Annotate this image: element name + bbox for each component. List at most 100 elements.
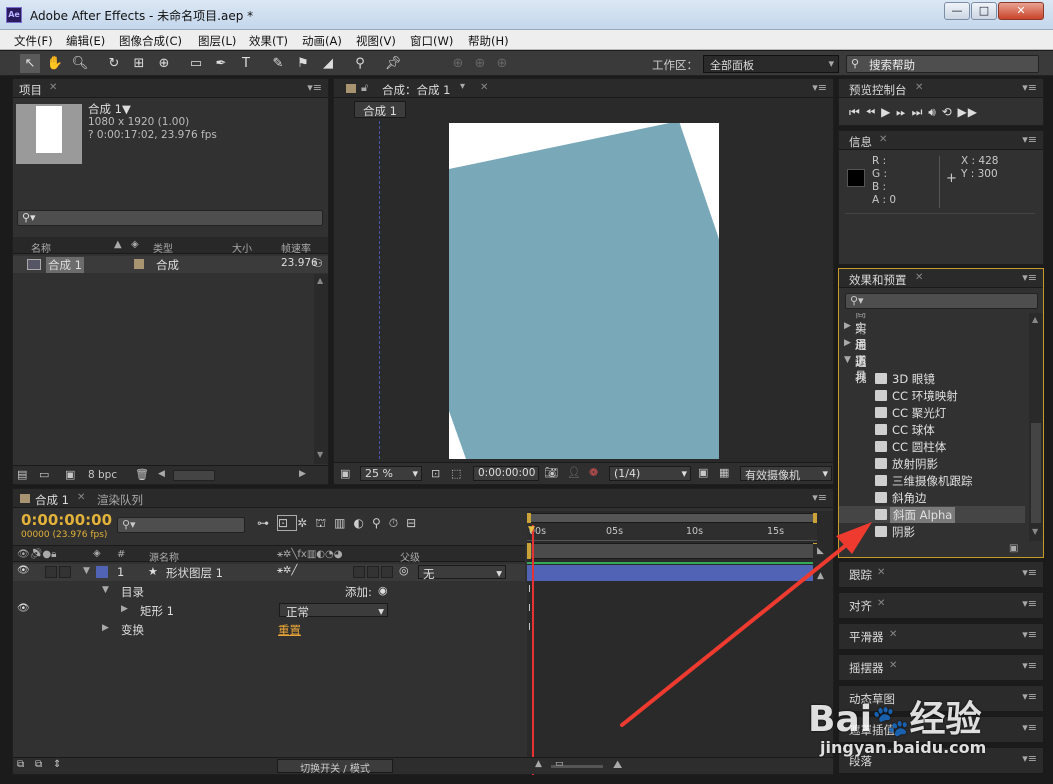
panel-menu-icon[interactable]: ▾≡ — [1022, 752, 1037, 765]
effects-tab[interactable]: 效果和预置 — [849, 272, 907, 288]
menu-view[interactable]: 视图(V) — [356, 33, 396, 49]
layer-name[interactable]: 形状图层 1 — [166, 565, 223, 581]
snapshot-icon[interactable]: 📷︎ — [544, 466, 558, 479]
new-preset-icon[interactable]: ▣ — [1009, 543, 1018, 554]
last-frame-icon[interactable]: ⏭ — [912, 105, 924, 119]
transfer-controls-icon[interactable]: ⧉ — [35, 759, 42, 770]
stopwatch-icon[interactable]: ⏱︎ — [389, 516, 406, 530]
visibility-eye-icon[interactable]: 👁︎ — [17, 603, 30, 614]
shape-row[interactable]: 👁︎ ▶ 矩形 1 正常 ▾ — [13, 602, 525, 619]
layer-switches-icon[interactable]: ⧉ — [17, 759, 24, 770]
col-fps[interactable]: 帧速率 — [281, 240, 311, 255]
playhead-line[interactable] — [532, 525, 534, 775]
scroll-up-icon[interactable]: ▲ — [317, 276, 323, 285]
motion-blur-icon[interactable]: ◐ — [354, 516, 372, 530]
expand-triangle-icon[interactable]: ▶ — [102, 623, 109, 633]
panel-menu-icon[interactable]: ▾≡ — [1022, 628, 1037, 641]
new-folder-icon[interactable]: ▭ — [39, 468, 49, 481]
work-area-start[interactable] — [527, 513, 531, 523]
selection-tool-icon[interactable]: ↖ — [20, 54, 40, 73]
comp-flowchart-icon[interactable]: ⊶ — [257, 516, 277, 530]
menu-layer[interactable]: 图层(L) — [198, 33, 236, 49]
parent-select[interactable]: 无 ▾ — [418, 565, 506, 581]
menu-help[interactable]: 帮助(H) — [468, 33, 509, 49]
info-tab[interactable]: 信息 — [849, 134, 872, 150]
toggle-switches-modes-button[interactable]: 切换开关 / 模式 — [277, 759, 393, 775]
live-update-icon[interactable]: ⊡ — [277, 515, 298, 531]
comp-start-handle[interactable] — [527, 543, 531, 559]
col-type[interactable]: 类型 — [153, 240, 173, 255]
menu-composition[interactable]: 图像合成(C) — [119, 33, 182, 49]
transparency-grid-icon[interactable]: ▦ — [719, 466, 729, 479]
trash-icon[interactable]: 🗑︎ — [135, 468, 149, 481]
scroll-down-icon[interactable]: ▼ — [317, 450, 323, 459]
pan-behind-tool-icon[interactable]: ⊕ — [154, 54, 174, 73]
brush-tool-icon[interactable]: ✎ — [268, 54, 288, 73]
close-icon[interactable]: ✕ — [915, 82, 923, 93]
resolution-select[interactable]: (1/4) ▾ — [609, 466, 691, 481]
scroll-thumb[interactable] — [1031, 423, 1041, 523]
pickwhip-icon[interactable]: ◎ — [399, 564, 409, 577]
new-comp-icon[interactable]: ▣ — [65, 468, 75, 481]
col-source-name[interactable]: 源名称 — [149, 549, 179, 564]
in-out-icon[interactable]: ⇕ — [53, 759, 61, 770]
clone-tool-icon[interactable]: ⚑ — [293, 54, 313, 73]
effect-item[interactable]: 三维摄像机跟踪 — [839, 472, 1025, 489]
menu-animation[interactable]: 动画(A) — [302, 33, 342, 49]
collapse-triangle-icon[interactable]: ▼ — [102, 585, 109, 595]
effect-item[interactable]: 放射阴影 — [839, 455, 1025, 472]
shy-switch-icon[interactable]: ⚹✲╱ — [277, 565, 297, 576]
panel-menu-icon[interactable]: ▾≡ — [307, 81, 322, 94]
rectangle-tool-icon[interactable]: ▭ — [186, 54, 206, 73]
hand-tool-icon[interactable]: ✋ — [45, 54, 65, 73]
zoom-slider-handle[interactable]: ▭ — [555, 759, 564, 769]
effect-item[interactable]: CC 球体 — [839, 421, 1025, 438]
lock-toggle[interactable] — [59, 566, 71, 578]
camera-tool-icon[interactable]: ⊞ — [129, 54, 149, 73]
minimize-button[interactable]: — — [944, 2, 970, 20]
prev-frame-icon[interactable]: ⏪︎ — [866, 105, 877, 119]
layer-row[interactable]: 👁︎ ▼ 1 ★ 形状图层 1 ⚹✲╱ ◎ 无 ▾ — [13, 564, 525, 581]
bpc-button[interactable]: 8 bpc — [88, 469, 117, 481]
visibility-eye-icon[interactable]: 👁︎ — [17, 565, 30, 576]
collapse-triangle-icon[interactable]: ▼ — [844, 355, 851, 365]
col-name[interactable]: 名称 — [31, 240, 51, 255]
zoom-select[interactable]: 25 % ▾ — [360, 466, 422, 481]
pen-tool-icon[interactable]: ✒ — [211, 54, 231, 73]
project-scrollbar[interactable]: ▲ ▼ — [314, 274, 328, 464]
solo-toggle[interactable] — [45, 566, 57, 578]
col-parent[interactable]: 父级 — [400, 549, 420, 564]
show-snapshot-icon[interactable]: 👤︎ — [567, 466, 581, 479]
frame-blending-icon[interactable]: ▥ — [334, 516, 353, 530]
zoom-in-icon[interactable]: ⛰︎ — [613, 758, 622, 772]
puppet-pin-icon[interactable]: 📌︎ — [383, 54, 403, 73]
reset-link[interactable]: 重置 — [278, 622, 301, 638]
add-button[interactable]: 添加: — [345, 584, 372, 600]
loop-icon[interactable]: ⟲ — [942, 105, 953, 119]
current-time-field[interactable]: 0:00:00:00 — [473, 466, 539, 481]
panel-menu-icon[interactable]: ▾≡ — [1022, 690, 1037, 703]
layer-label-color[interactable] — [96, 566, 108, 578]
panel-menu-icon[interactable]: ▾≡ — [1022, 271, 1037, 284]
rotate-tool-icon[interactable]: ↻ — [104, 54, 124, 73]
transform-row[interactable]: ▶ 变换 重置 — [13, 621, 525, 638]
draft-3d-icon[interactable]: ✲ — [297, 516, 315, 530]
zoom-tool-icon[interactable]: 🔍︎ — [70, 54, 90, 73]
comp-dropdown-icon[interactable]: ▾ — [460, 81, 465, 92]
play-circle-icon[interactable]: ◉ — [378, 584, 388, 597]
menu-window[interactable]: 窗口(W) — [410, 33, 453, 49]
first-frame-icon[interactable]: ⏮ — [849, 105, 861, 119]
close-icon[interactable]: ✕ — [49, 82, 57, 93]
play-icon[interactable]: ▶ — [881, 105, 891, 119]
menu-file[interactable]: 文件(F) — [14, 33, 53, 49]
contents-row[interactable]: ▼ 目录 添加: ◉ — [13, 583, 525, 600]
close-icon[interactable]: ✕ — [480, 82, 488, 93]
close-icon[interactable]: ✕ — [879, 134, 887, 145]
close-icon[interactable]: ✕ — [915, 272, 923, 283]
col-size[interactable]: 大小 — [232, 240, 252, 255]
effects-search-input[interactable]: ⚲▾ — [845, 293, 1038, 309]
maximize-button[interactable]: □ — [971, 2, 997, 20]
camera-select[interactable]: 有效摄像机 ▾ — [740, 466, 832, 482]
panel-menu-icon[interactable]: ▾≡ — [1022, 133, 1037, 146]
scroll-up-icon[interactable]: ▲ — [1032, 315, 1038, 324]
